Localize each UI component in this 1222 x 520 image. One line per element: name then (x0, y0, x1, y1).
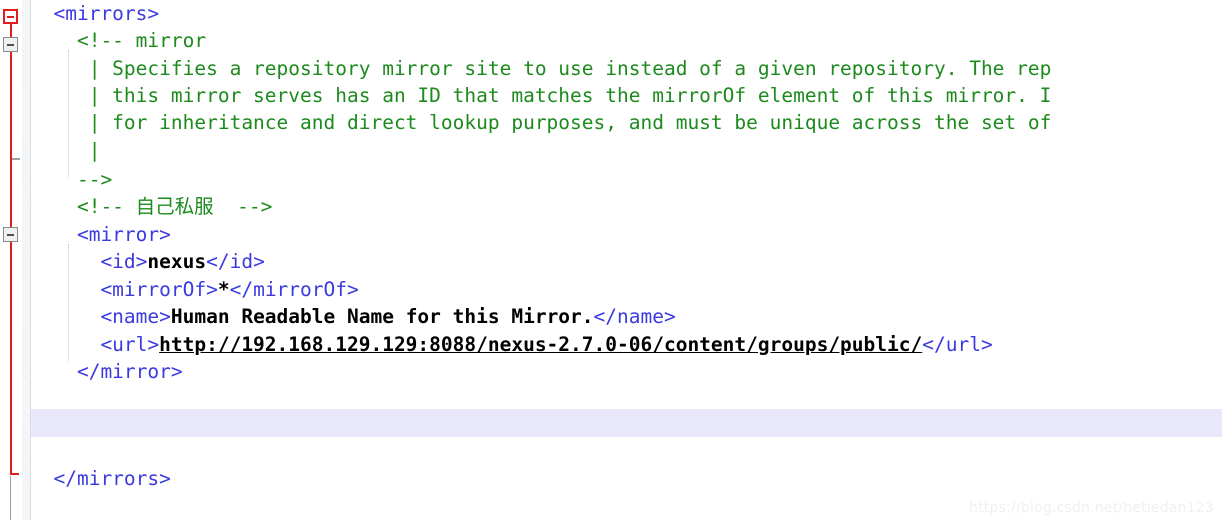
minus-icon (7, 43, 14, 46)
code-token: <!-- (30, 195, 136, 218)
code-line[interactable]: <name>Human Readable Name for this Mirro… (30, 303, 1222, 330)
code-line[interactable]: | this mirror serves has an ID that matc… (30, 82, 1222, 109)
code-token: http://192.168.129.129:8088/nexus-2.7.0-… (159, 333, 923, 356)
fold-rail-outer (10, 22, 12, 475)
xml-code-editor[interactable]: <mirrors> <!-- mirror | Specifies a repo… (0, 0, 1222, 520)
code-line[interactable]: | (30, 137, 1222, 164)
code-token: </id> (206, 250, 265, 273)
current-line-highlight (30, 409, 1222, 437)
code-line[interactable]: <mirrors> (30, 0, 1222, 27)
code-token: nexus (147, 250, 207, 273)
code-token: </name> (593, 305, 676, 328)
code-token: <name> (30, 305, 171, 328)
code-token: <mirror> (30, 223, 171, 246)
code-token: <id> (30, 250, 148, 273)
indent-guide-comment (68, 50, 70, 178)
code-line[interactable]: <url>http://192.168.129.129:8088/nexus-2… (30, 331, 1222, 358)
code-line[interactable]: --> (30, 166, 1222, 193)
fold-toggle-comment[interactable] (3, 37, 18, 52)
code-line[interactable]: </mirrors> (30, 465, 1222, 492)
code-token: --> (30, 168, 113, 191)
code-token: 自己私服 (135, 195, 214, 218)
code-token: </mirrors> (30, 467, 171, 490)
code-folding-gutter[interactable] (0, 0, 31, 520)
fold-toggle-mirrors[interactable] (3, 9, 18, 24)
code-token: </mirrorOf> (229, 278, 359, 301)
code-token: --> (213, 195, 273, 218)
code-token: | this mirror serves has an ID that matc… (30, 84, 1052, 107)
code-line[interactable]: <!-- 自己私服 --> (30, 193, 1222, 220)
code-token: </mirror> (30, 360, 183, 383)
code-text-area[interactable]: <mirrors> <!-- mirror | Specifies a repo… (30, 0, 1222, 520)
minus-icon (7, 15, 14, 18)
fold-rail-tail (10, 476, 11, 520)
code-token: | for inheritance and direct lookup purp… (30, 111, 1052, 134)
minus-icon (7, 233, 14, 236)
code-token: </url> (922, 333, 993, 356)
fold-marker-tick (12, 158, 20, 160)
code-line[interactable] (30, 441, 1222, 468)
watermark: https://blog.csdn.net/hetiedan123 (969, 500, 1214, 516)
code-line[interactable]: <!-- mirror (30, 27, 1222, 54)
gutter-texture-strip (22, 0, 31, 520)
code-token: <url> (30, 333, 160, 356)
code-line[interactable]: </mirror> (30, 358, 1222, 385)
code-line[interactable]: | for inheritance and direct lookup purp… (30, 109, 1222, 136)
code-token: * (217, 278, 230, 301)
code-line[interactable]: <mirrorOf>*</mirrorOf> (30, 276, 1222, 303)
fold-rail-outer-end-tick (10, 473, 19, 475)
code-token: <mirrorOf> (30, 278, 218, 301)
code-token: | Specifies a repository mirror site to … (30, 57, 1052, 80)
code-token: | (30, 139, 101, 162)
code-line[interactable]: <id>nexus</id> (30, 248, 1222, 275)
indent-guide-mirror (68, 244, 70, 362)
fold-toggle-mirror[interactable] (3, 227, 18, 242)
code-token: Human Readable Name for this Mirror. (170, 305, 594, 328)
code-line[interactable]: <mirror> (30, 221, 1222, 248)
code-line[interactable]: | Specifies a repository mirror site to … (30, 55, 1222, 82)
code-token: <!-- mirror (30, 29, 207, 52)
code-token: <mirrors> (30, 2, 160, 25)
